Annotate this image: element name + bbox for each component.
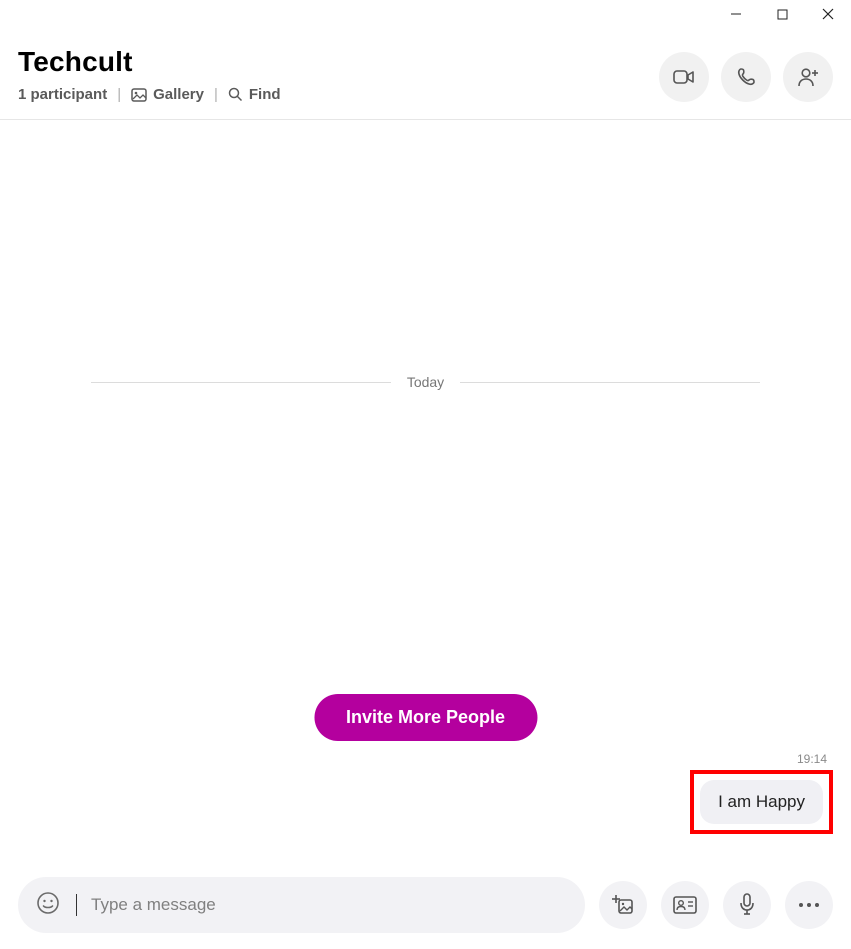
- video-call-button[interactable]: [659, 52, 709, 102]
- gallery-icon: [131, 88, 147, 102]
- more-options-button[interactable]: [785, 881, 833, 929]
- message-composer: [0, 877, 851, 933]
- maximize-icon: [777, 9, 788, 20]
- chat-header: Techcult 1 participant | Gallery | Find: [0, 28, 851, 120]
- contact-card-button[interactable]: [661, 881, 709, 929]
- message-highlight-box: I am Happy: [690, 770, 833, 834]
- separator: |: [117, 86, 121, 103]
- chat-subheader: 1 participant | Gallery | Find: [18, 86, 281, 103]
- divider-line: [91, 382, 391, 383]
- close-icon: [822, 8, 834, 20]
- message-input[interactable]: [91, 895, 567, 915]
- search-icon: [228, 87, 243, 102]
- contact-card-icon: [673, 896, 697, 914]
- close-button[interactable]: [805, 0, 851, 28]
- minimize-button[interactable]: [713, 0, 759, 28]
- maximize-button[interactable]: [759, 0, 805, 28]
- phone-icon: [736, 67, 756, 87]
- participant-count[interactable]: 1 participant: [18, 86, 107, 103]
- minimize-icon: [730, 8, 742, 20]
- separator: |: [214, 86, 218, 103]
- video-camera-icon: [673, 69, 695, 85]
- microphone-icon: [738, 893, 756, 917]
- text-cursor: [76, 894, 77, 916]
- day-label: Today: [407, 374, 444, 390]
- audio-call-button[interactable]: [721, 52, 771, 102]
- composer-input-container[interactable]: [18, 877, 585, 933]
- voice-message-button[interactable]: [723, 881, 771, 929]
- find-label: Find: [249, 86, 281, 103]
- smiley-icon: [36, 891, 60, 915]
- add-person-icon: [796, 66, 820, 88]
- window-titlebar: [0, 0, 851, 28]
- more-horizontal-icon: [798, 902, 820, 908]
- divider-line: [460, 382, 760, 383]
- gallery-link[interactable]: Gallery: [131, 86, 204, 103]
- emoji-picker-button[interactable]: [36, 891, 60, 920]
- chat-area: Today Invite More People 19:14 I am Happ…: [0, 144, 851, 853]
- gallery-label: Gallery: [153, 86, 204, 103]
- outgoing-message-group: 19:14 I am Happy: [690, 752, 833, 834]
- add-files-button[interactable]: [599, 881, 647, 929]
- chat-title: Techcult: [18, 46, 281, 78]
- add-files-icon: [611, 894, 635, 916]
- find-link[interactable]: Find: [228, 86, 281, 103]
- invite-more-people-button[interactable]: Invite More People: [314, 694, 537, 741]
- day-divider: Today: [18, 374, 833, 390]
- message-timestamp: 19:14: [797, 752, 827, 766]
- add-person-button[interactable]: [783, 52, 833, 102]
- message-bubble[interactable]: I am Happy: [700, 780, 823, 824]
